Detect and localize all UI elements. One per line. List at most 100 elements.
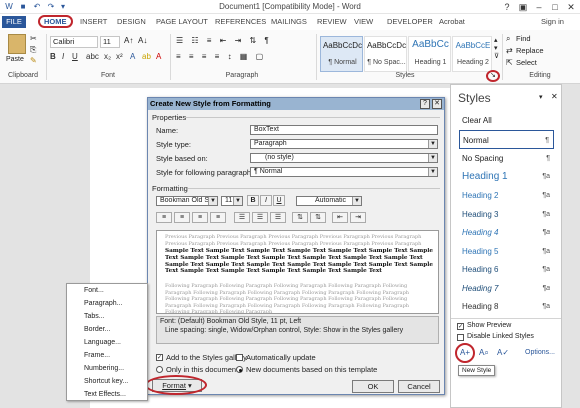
italic-button[interactable]: I [260,195,272,206]
style-following-select[interactable]: ¶ Normal ▼ [250,167,438,177]
one-half-spacing-button[interactable]: ☰ [252,212,268,223]
style-item-heading-7[interactable]: Heading 7 ¶a [459,279,554,298]
add-gallery-checkbox[interactable]: ✓ [156,354,163,361]
alignment-buttons-icon[interactable]: ≡ ≡ ≡ ≡ ↕ ▦ ▢ [176,52,266,61]
ribbon-options-icon[interactable]: ▣ [516,1,530,13]
chevron-down-icon[interactable]: ▼ [208,197,217,205]
style-item-heading-5[interactable]: Heading 5 ¶a [459,242,554,261]
tab-mailings[interactable]: MAILINGS [268,16,310,28]
italic-icon[interactable]: I [62,52,64,62]
shrink-font-icon[interactable]: A↓ [138,36,147,45]
menu-item-frame[interactable]: Frame... [67,349,147,363]
list-buttons-icon[interactable]: ☰ ☷ ≡ ⇤ ⇥ ⇅ ¶ [176,36,272,45]
pane-close-icon[interactable]: ✕ [551,92,558,101]
tab-review[interactable]: REVIEW [314,16,350,28]
tab-design[interactable]: DESIGN [114,16,149,28]
new-documents-radio[interactable] [236,366,243,373]
pane-options-icon[interactable]: ▾ [539,93,543,101]
find-icon[interactable]: ⌕ [506,34,510,44]
tab-home[interactable]: HOME [38,15,73,28]
dialog-help-button[interactable]: ? [420,99,430,109]
style-item-no-spacing[interactable]: No Spacing ¶ [459,149,554,168]
double-spacing-button[interactable]: ☰ [270,212,286,223]
menu-item-numbering[interactable]: Numbering... [67,362,147,376]
highlight-icon[interactable]: ab [142,52,151,62]
tab-references[interactable]: REFERENCES [212,16,269,28]
copy-icon[interactable]: ⎘ [30,45,36,55]
font-color-select[interactable]: Automatic ▼ [296,196,362,206]
font-size-box[interactable]: 11 [100,36,120,48]
style-item-heading-2[interactable]: Heading 2 ¶a [459,186,554,205]
options-link[interactable]: Options... [525,349,555,356]
disable-linked-checkbox[interactable] [457,334,464,341]
maximize-icon[interactable]: □ [548,1,562,13]
style-item-heading-6[interactable]: Heading 6 ¶a [459,260,554,279]
cut-icon[interactable]: ✂ [30,34,37,43]
manage-styles-icon[interactable]: A✓ [497,348,509,357]
style-item-heading-8[interactable]: Heading 8 ¶a [459,297,554,316]
style-item-heading-4[interactable]: Heading 4 ¶a [459,223,554,242]
minimize-icon[interactable]: – [532,1,546,13]
tab-view[interactable]: VIEW [351,16,376,28]
format-font-select[interactable]: Bookman Old Styl ▼ [156,196,218,206]
text-effects-icon[interactable]: A [130,52,135,62]
menu-item-paragraph[interactable]: Paragraph... [67,297,147,311]
style-type-select[interactable]: Paragraph ▼ [250,139,438,149]
style-based-select[interactable]: (no style) ▼ [250,153,438,163]
underline-icon[interactable]: U [72,52,78,62]
style-name-field[interactable]: BoxText [250,125,438,135]
tab-developer[interactable]: DEVELOPER [384,16,436,28]
bold-icon[interactable]: B [50,52,56,62]
style-item-heading-1[interactable]: Heading 1 ¶a [459,167,554,186]
chevron-down-icon[interactable]: ▼ [428,168,437,176]
style-tile-heading-2[interactable]: AaBbCcE Heading 2 [452,36,492,72]
align-left-button[interactable]: ≡ [156,212,172,223]
single-spacing-button[interactable]: ☰ [234,212,250,223]
help-icon[interactable]: ? [500,1,514,13]
menu-item-font[interactable]: Font... [67,284,147,298]
replace-button[interactable]: Replace [516,46,544,55]
grow-font-icon[interactable]: A↑ [124,36,133,45]
style-inspector-icon[interactable]: A⌕ [479,348,489,358]
select-icon[interactable]: ⇱ [506,58,513,67]
select-button[interactable]: Select [516,58,537,67]
bold-button[interactable]: B [247,195,259,206]
menu-item-tabs[interactable]: Tabs... [67,310,147,324]
tab-insert[interactable]: INSERT [77,16,110,28]
tab-page-layout[interactable]: PAGE LAYOUT [153,16,211,28]
subscript-icon[interactable]: x₂ [104,52,111,62]
chevron-down-icon[interactable]: ▼ [428,140,437,148]
auto-update-checkbox[interactable] [236,354,243,361]
new-style-icon[interactable]: A+ [460,348,470,357]
strikethrough-icon[interactable]: abc [86,52,99,62]
underline-button[interactable]: U [273,195,285,206]
style-tile-heading-1[interactable]: AaBbCc Heading 1 [408,36,451,72]
font-color-icon[interactable]: A [156,52,161,62]
menu-item-text-effects[interactable]: Text Effects... [67,388,147,402]
tab-acrobat[interactable]: Acrobat [436,16,468,28]
close-icon[interactable]: ✕ [564,1,578,13]
only-document-radio[interactable] [156,366,163,373]
sign-in-link[interactable]: Sign in [538,16,567,28]
style-item-normal[interactable]: Normal ¶ [459,130,554,149]
chevron-down-icon[interactable]: ▼ [233,197,242,205]
increase-indent-button[interactable]: ⇥ [350,212,366,223]
style-tile-no-spacing[interactable]: AaBbCcDc ¶ No Spac... [364,36,407,72]
tab-file[interactable]: FILE [2,16,26,28]
space-after-button[interactable]: ⇅ [310,212,326,223]
menu-item-border[interactable]: Border... [67,323,147,337]
style-tile-normal[interactable]: AaBbCcDc ¶ Normal [320,36,363,72]
paste-label[interactable]: Paste [6,56,24,63]
styles-dialog-launcher-icon[interactable]: ↘ [490,71,496,79]
align-right-button[interactable]: ≡ [192,212,208,223]
find-button[interactable]: Find [516,34,531,43]
paste-icon[interactable] [8,34,26,54]
style-item-clear-all[interactable]: Clear All [459,111,554,130]
gallery-scroll-icon[interactable]: ▴ ▾ ⊽ [494,36,499,60]
chevron-down-icon[interactable]: ▼ [428,154,437,162]
space-before-button[interactable]: ⇅ [292,212,308,223]
dialog-close-button[interactable]: ✕ [432,99,442,109]
ok-button[interactable]: OK [352,380,394,393]
menu-item-shortcut-key[interactable]: Shortcut key... [67,375,147,389]
align-center-button[interactable]: ≡ [174,212,190,223]
